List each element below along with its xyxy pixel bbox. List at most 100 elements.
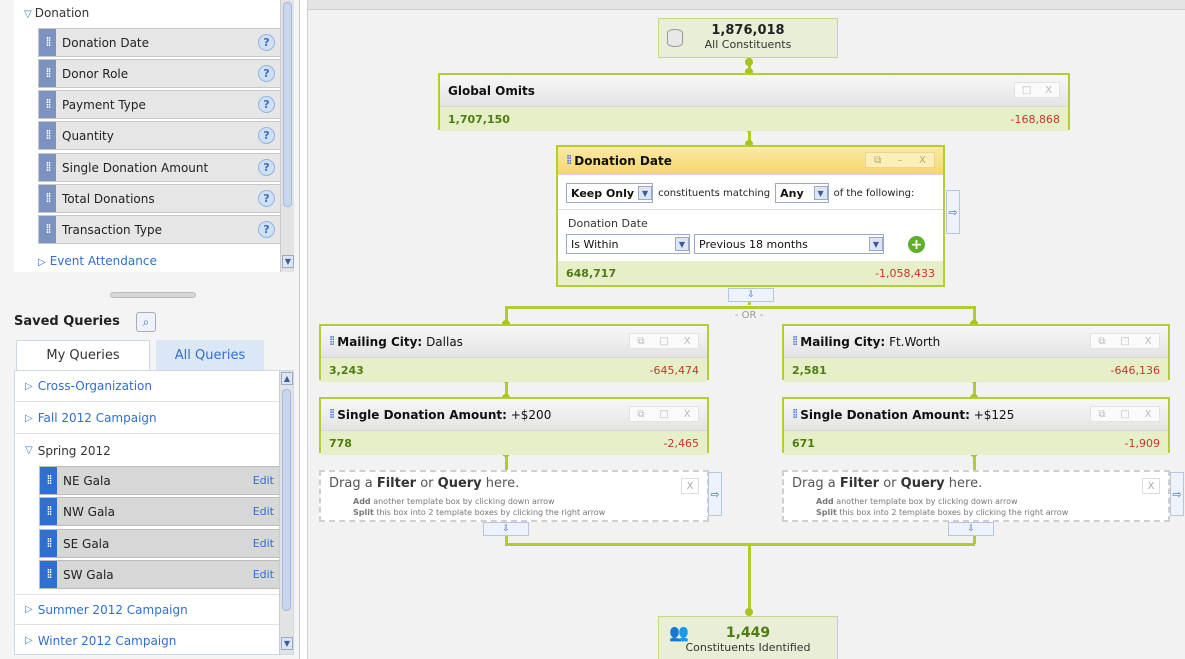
canvas-top-scrollbar[interactable] <box>308 0 1185 10</box>
drag-handle-icon[interactable]: ⁞⁞ <box>40 498 57 525</box>
edit-link[interactable]: Edit <box>253 568 274 581</box>
value-select[interactable]: Previous 18 months ▼ <box>694 234 884 254</box>
tab-all-queries[interactable]: All Queries <box>156 340 264 370</box>
field-quantity[interactable]: ⁞⁞ Quantity ? <box>38 121 284 150</box>
edit-link[interactable]: Edit <box>253 474 274 487</box>
maximize-icon[interactable]: □ <box>1022 85 1031 96</box>
close-icon[interactable]: X <box>919 155 926 166</box>
drag-handle-icon[interactable]: ⁞⁞ <box>39 91 56 118</box>
field-total-donations[interactable]: ⁞⁞ Total Donations ? <box>38 184 284 213</box>
edit-link[interactable]: Edit <box>253 537 274 550</box>
donation-date-box[interactable]: ⁞⁞ Donation Date ⧉ – X Keep Only ▼ constitu… <box>556 145 945 287</box>
scroll-up-icon[interactable]: ▲ <box>281 372 293 385</box>
field-single-donation-amount[interactable]: ⁞⁞ Single Donation Amount ? <box>38 153 284 182</box>
help-icon[interactable]: ? <box>258 190 275 207</box>
drop-filter-word: Filter <box>839 476 880 491</box>
drag-handle-icon[interactable]: ⁞⁞ <box>792 407 798 422</box>
drag-handle-icon[interactable]: ⁞⁞ <box>39 29 56 56</box>
field-transaction-type[interactable]: ⁞⁞ Transaction Type ? <box>38 215 284 244</box>
help-icon[interactable]: ? <box>258 159 275 176</box>
drag-handle-icon[interactable]: ⁞⁞ <box>39 216 56 243</box>
field-payment-type[interactable]: ⁞⁞ Payment Type ? <box>38 90 284 119</box>
drag-handle-icon[interactable]: ⁞⁞ <box>39 154 56 181</box>
drag-handle-icon[interactable]: ⁞⁞ <box>40 467 57 494</box>
folder-summer-2012[interactable]: ▷ Summer 2012 Campaign <box>15 594 281 625</box>
add-below-button[interactable]: ⇩ <box>483 522 529 536</box>
close-icon[interactable]: X <box>1145 336 1152 347</box>
scroll-down-icon[interactable]: ▼ <box>281 637 293 650</box>
folder-winter-2012[interactable]: ▷ Winter 2012 Campaign <box>15 625 281 654</box>
drop-zone[interactable]: Drag a Filter or Query here. Add another… <box>319 470 709 522</box>
tab-my-queries[interactable]: My Queries <box>16 340 150 370</box>
mailing-city-box[interactable]: ⁞⁞ Mailing City: Dallas ⧉ □ X 3,243 -645,4… <box>319 324 709 382</box>
keep-mode-select[interactable]: Keep Only ▼ <box>566 183 654 203</box>
close-icon[interactable]: X <box>1145 409 1152 420</box>
mailing-city-box[interactable]: ⁞⁞ Mailing City: Ft.Worth ⧉ □ X 2,581 -646… <box>782 324 1170 382</box>
drag-handle-icon[interactable]: ⁞⁞ <box>40 530 57 557</box>
split-right-button[interactable]: ⇨ <box>1170 472 1184 516</box>
maximize-icon[interactable]: □ <box>1120 336 1129 347</box>
panel-splitter[interactable] <box>110 292 196 298</box>
folder-spring-2012[interactable]: ▽ Spring 2012 <box>15 435 281 466</box>
drop-text: or <box>416 476 438 491</box>
drag-handle-icon[interactable]: ⁞⁞ <box>40 561 57 588</box>
close-icon[interactable]: X <box>684 409 691 420</box>
add-below-button[interactable]: ⇩ <box>948 522 994 536</box>
help-icon[interactable]: ? <box>258 221 275 238</box>
help-icon[interactable]: ? <box>258 34 275 51</box>
drag-handle-icon[interactable]: ⁞⁞ <box>39 122 56 149</box>
maximize-icon[interactable]: □ <box>659 409 668 420</box>
close-icon[interactable]: X <box>1045 85 1052 96</box>
query-item[interactable]: ⁞⁞ NW Gala Edit <box>39 497 285 526</box>
field-donor-role[interactable]: ⁞⁞ Donor Role ? <box>38 59 284 88</box>
field-donation-date[interactable]: ⁞⁞ Donation Date ? <box>38 28 284 57</box>
drag-handle-icon[interactable]: ⁞⁞ <box>39 60 56 87</box>
match-select[interactable]: Any ▼ <box>775 183 829 203</box>
global-omits-box[interactable]: Global Omits □ X 1,707,150 -168,868 <box>438 73 1070 131</box>
edit-link[interactable]: Edit <box>253 505 274 518</box>
event-attendance-section[interactable]: ▷ Event Attendance <box>38 254 157 268</box>
drag-handle-icon[interactable]: ⁞⁞ <box>566 153 572 168</box>
maximize-icon[interactable]: □ <box>659 336 668 347</box>
split-right-button[interactable]: ⇨ <box>708 472 722 516</box>
scroll-thumb[interactable] <box>283 2 292 207</box>
close-icon[interactable]: X <box>681 478 699 494</box>
drag-handle-icon[interactable]: ⁞⁞ <box>792 334 798 349</box>
single-donation-box[interactable]: ⁞⁞ Single Donation Amount: +$125 ⧉ □ X 671… <box>782 397 1170 455</box>
field-name: Mailing City: <box>800 334 886 349</box>
help-icon[interactable]: ? <box>258 65 275 82</box>
help-icon[interactable]: ? <box>258 96 275 113</box>
operator-select[interactable]: Is Within ▼ <box>566 234 690 254</box>
add-below-button[interactable]: ⇩ <box>728 288 774 302</box>
split-right-button[interactable]: ⇨ <box>946 190 960 234</box>
scroll-thumb[interactable] <box>282 389 291 611</box>
query-item[interactable]: ⁞⁞ SE Gala Edit <box>39 529 285 558</box>
drag-handle-icon[interactable]: ⁞⁞ <box>329 407 335 422</box>
close-icon[interactable]: X <box>684 336 691 347</box>
help-icon[interactable]: ? <box>258 127 275 144</box>
query-list-scrollbar[interactable]: ▲ ▼ <box>279 371 293 654</box>
close-icon[interactable]: X <box>1142 478 1160 494</box>
field-list-scrollbar[interactable]: ▼ <box>280 0 294 272</box>
drop-zone[interactable]: Drag a Filter or Query here. Add another… <box>782 470 1170 522</box>
folder-fall-2012[interactable]: ▷ Fall 2012 Campaign <box>15 403 281 434</box>
query-item[interactable]: ⁞⁞ NE Gala Edit <box>39 466 285 495</box>
drag-handle-icon[interactable]: ⁞⁞ <box>39 185 56 212</box>
folder-cross-organization[interactable]: ▷ Cross-Organization <box>15 371 281 402</box>
match-text: constituents matching <box>658 187 771 199</box>
copy-icon[interactable]: ⧉ <box>637 336 644 347</box>
copy-icon[interactable]: ⧉ <box>637 409 644 420</box>
scroll-down-icon[interactable]: ▼ <box>282 255 294 268</box>
copy-icon[interactable]: ⧉ <box>1098 409 1105 420</box>
search-icon[interactable]: ⌕ <box>136 312 156 332</box>
single-donation-box[interactable]: ⁞⁞ Single Donation Amount: +$200 ⧉ □ X 778… <box>319 397 709 455</box>
copy-icon[interactable]: ⧉ <box>1098 336 1105 347</box>
query-item[interactable]: ⁞⁞ SW Gala Edit <box>39 560 285 589</box>
add-criteria-icon[interactable]: + <box>908 236 925 253</box>
copy-icon[interactable]: ⧉ <box>874 155 881 166</box>
minimize-icon[interactable]: – <box>898 155 903 166</box>
drag-handle-icon[interactable]: ⁞⁞ <box>329 334 335 349</box>
maximize-icon[interactable]: □ <box>1120 409 1129 420</box>
donation-section-header[interactable]: ▽ Donation <box>24 6 89 20</box>
or-label: - OR - <box>726 310 772 321</box>
